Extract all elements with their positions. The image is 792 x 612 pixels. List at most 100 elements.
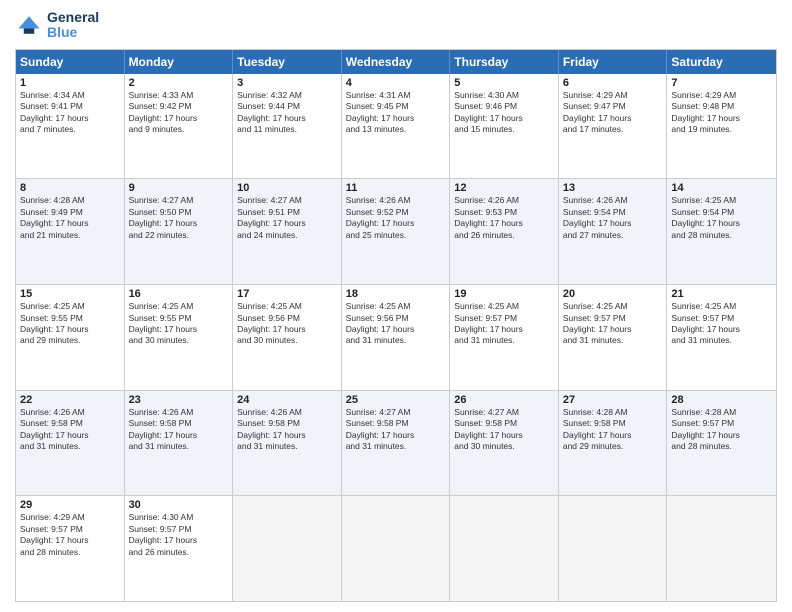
- day-cell-24: 24Sunrise: 4:26 AM Sunset: 9:58 PM Dayli…: [233, 391, 342, 496]
- weekday-header-friday: Friday: [559, 50, 668, 74]
- day-number: 9: [129, 182, 229, 194]
- day-cell-29: 29Sunrise: 4:29 AM Sunset: 9:57 PM Dayli…: [16, 496, 125, 601]
- day-number: 15: [20, 288, 120, 300]
- calendar-body: 1Sunrise: 4:34 AM Sunset: 9:41 PM Daylig…: [16, 74, 776, 601]
- day-number: 18: [346, 288, 446, 300]
- day-info: Sunrise: 4:27 AM Sunset: 9:58 PM Dayligh…: [346, 407, 446, 453]
- calendar-row-2: 15Sunrise: 4:25 AM Sunset: 9:55 PM Dayli…: [16, 285, 776, 391]
- day-number: 13: [563, 182, 663, 194]
- day-number: 5: [454, 77, 554, 89]
- day-cell-23: 23Sunrise: 4:26 AM Sunset: 9:58 PM Dayli…: [125, 391, 234, 496]
- empty-cell: [559, 496, 668, 601]
- day-info: Sunrise: 4:33 AM Sunset: 9:42 PM Dayligh…: [129, 90, 229, 136]
- day-info: Sunrise: 4:27 AM Sunset: 9:50 PM Dayligh…: [129, 195, 229, 241]
- day-info: Sunrise: 4:26 AM Sunset: 9:58 PM Dayligh…: [20, 407, 120, 453]
- day-cell-5: 5Sunrise: 4:30 AM Sunset: 9:46 PM Daylig…: [450, 74, 559, 179]
- day-number: 29: [20, 499, 120, 511]
- day-number: 20: [563, 288, 663, 300]
- calendar: SundayMondayTuesdayWednesdayThursdayFrid…: [15, 49, 777, 602]
- day-cell-15: 15Sunrise: 4:25 AM Sunset: 9:55 PM Dayli…: [16, 285, 125, 390]
- empty-cell: [233, 496, 342, 601]
- day-cell-16: 16Sunrise: 4:25 AM Sunset: 9:55 PM Dayli…: [125, 285, 234, 390]
- day-number: 8: [20, 182, 120, 194]
- weekday-header-wednesday: Wednesday: [342, 50, 451, 74]
- logo-text: General Blue: [47, 10, 99, 41]
- day-number: 3: [237, 77, 337, 89]
- day-cell-25: 25Sunrise: 4:27 AM Sunset: 9:58 PM Dayli…: [342, 391, 451, 496]
- day-cell-9: 9Sunrise: 4:27 AM Sunset: 9:50 PM Daylig…: [125, 179, 234, 284]
- day-cell-7: 7Sunrise: 4:29 AM Sunset: 9:48 PM Daylig…: [667, 74, 776, 179]
- day-info: Sunrise: 4:25 AM Sunset: 9:57 PM Dayligh…: [454, 301, 554, 347]
- day-cell-20: 20Sunrise: 4:25 AM Sunset: 9:57 PM Dayli…: [559, 285, 668, 390]
- weekday-header-tuesday: Tuesday: [233, 50, 342, 74]
- day-info: Sunrise: 4:29 AM Sunset: 9:47 PM Dayligh…: [563, 90, 663, 136]
- day-number: 28: [671, 394, 772, 406]
- empty-cell: [450, 496, 559, 601]
- calendar-row-4: 29Sunrise: 4:29 AM Sunset: 9:57 PM Dayli…: [16, 496, 776, 601]
- day-number: 19: [454, 288, 554, 300]
- day-info: Sunrise: 4:29 AM Sunset: 9:57 PM Dayligh…: [20, 512, 120, 558]
- day-cell-22: 22Sunrise: 4:26 AM Sunset: 9:58 PM Dayli…: [16, 391, 125, 496]
- day-info: Sunrise: 4:25 AM Sunset: 9:57 PM Dayligh…: [563, 301, 663, 347]
- day-number: 7: [671, 77, 772, 89]
- day-info: Sunrise: 4:27 AM Sunset: 9:51 PM Dayligh…: [237, 195, 337, 241]
- day-number: 1: [20, 77, 120, 89]
- day-number: 12: [454, 182, 554, 194]
- day-cell-6: 6Sunrise: 4:29 AM Sunset: 9:47 PM Daylig…: [559, 74, 668, 179]
- day-info: Sunrise: 4:28 AM Sunset: 9:57 PM Dayligh…: [671, 407, 772, 453]
- empty-cell: [342, 496, 451, 601]
- calendar-header: SundayMondayTuesdayWednesdayThursdayFrid…: [16, 50, 776, 74]
- day-number: 23: [129, 394, 229, 406]
- day-number: 24: [237, 394, 337, 406]
- calendar-row-1: 8Sunrise: 4:28 AM Sunset: 9:49 PM Daylig…: [16, 179, 776, 285]
- day-cell-12: 12Sunrise: 4:26 AM Sunset: 9:53 PM Dayli…: [450, 179, 559, 284]
- day-cell-11: 11Sunrise: 4:26 AM Sunset: 9:52 PM Dayli…: [342, 179, 451, 284]
- day-cell-13: 13Sunrise: 4:26 AM Sunset: 9:54 PM Dayli…: [559, 179, 668, 284]
- day-info: Sunrise: 4:25 AM Sunset: 9:54 PM Dayligh…: [671, 195, 772, 241]
- day-cell-17: 17Sunrise: 4:25 AM Sunset: 9:56 PM Dayli…: [233, 285, 342, 390]
- day-number: 10: [237, 182, 337, 194]
- calendar-row-0: 1Sunrise: 4:34 AM Sunset: 9:41 PM Daylig…: [16, 74, 776, 180]
- day-info: Sunrise: 4:26 AM Sunset: 9:58 PM Dayligh…: [237, 407, 337, 453]
- empty-cell: [667, 496, 776, 601]
- day-cell-27: 27Sunrise: 4:28 AM Sunset: 9:58 PM Dayli…: [559, 391, 668, 496]
- day-cell-26: 26Sunrise: 4:27 AM Sunset: 9:58 PM Dayli…: [450, 391, 559, 496]
- day-info: Sunrise: 4:28 AM Sunset: 9:58 PM Dayligh…: [563, 407, 663, 453]
- day-info: Sunrise: 4:26 AM Sunset: 9:54 PM Dayligh…: [563, 195, 663, 241]
- logo: General Blue: [15, 10, 99, 41]
- day-number: 2: [129, 77, 229, 89]
- page: General Blue SundayMondayTuesdayWednesda…: [0, 0, 792, 612]
- weekday-header-thursday: Thursday: [450, 50, 559, 74]
- day-number: 26: [454, 394, 554, 406]
- logo-icon: [15, 11, 43, 39]
- day-info: Sunrise: 4:30 AM Sunset: 9:57 PM Dayligh…: [129, 512, 229, 558]
- day-number: 14: [671, 182, 772, 194]
- day-info: Sunrise: 4:26 AM Sunset: 9:53 PM Dayligh…: [454, 195, 554, 241]
- day-cell-19: 19Sunrise: 4:25 AM Sunset: 9:57 PM Dayli…: [450, 285, 559, 390]
- day-cell-8: 8Sunrise: 4:28 AM Sunset: 9:49 PM Daylig…: [16, 179, 125, 284]
- day-cell-3: 3Sunrise: 4:32 AM Sunset: 9:44 PM Daylig…: [233, 74, 342, 179]
- day-info: Sunrise: 4:26 AM Sunset: 9:58 PM Dayligh…: [129, 407, 229, 453]
- day-cell-28: 28Sunrise: 4:28 AM Sunset: 9:57 PM Dayli…: [667, 391, 776, 496]
- day-info: Sunrise: 4:30 AM Sunset: 9:46 PM Dayligh…: [454, 90, 554, 136]
- day-number: 4: [346, 77, 446, 89]
- day-info: Sunrise: 4:31 AM Sunset: 9:45 PM Dayligh…: [346, 90, 446, 136]
- day-info: Sunrise: 4:29 AM Sunset: 9:48 PM Dayligh…: [671, 90, 772, 136]
- day-cell-1: 1Sunrise: 4:34 AM Sunset: 9:41 PM Daylig…: [16, 74, 125, 179]
- day-info: Sunrise: 4:26 AM Sunset: 9:52 PM Dayligh…: [346, 195, 446, 241]
- day-info: Sunrise: 4:28 AM Sunset: 9:49 PM Dayligh…: [20, 195, 120, 241]
- day-info: Sunrise: 4:27 AM Sunset: 9:58 PM Dayligh…: [454, 407, 554, 453]
- day-cell-14: 14Sunrise: 4:25 AM Sunset: 9:54 PM Dayli…: [667, 179, 776, 284]
- day-number: 27: [563, 394, 663, 406]
- day-number: 6: [563, 77, 663, 89]
- header: General Blue: [15, 10, 777, 41]
- day-cell-10: 10Sunrise: 4:27 AM Sunset: 9:51 PM Dayli…: [233, 179, 342, 284]
- day-cell-4: 4Sunrise: 4:31 AM Sunset: 9:45 PM Daylig…: [342, 74, 451, 179]
- weekday-header-saturday: Saturday: [667, 50, 776, 74]
- day-number: 11: [346, 182, 446, 194]
- weekday-header-monday: Monday: [125, 50, 234, 74]
- weekday-header-sunday: Sunday: [16, 50, 125, 74]
- day-info: Sunrise: 4:32 AM Sunset: 9:44 PM Dayligh…: [237, 90, 337, 136]
- day-info: Sunrise: 4:34 AM Sunset: 9:41 PM Dayligh…: [20, 90, 120, 136]
- day-info: Sunrise: 4:25 AM Sunset: 9:55 PM Dayligh…: [20, 301, 120, 347]
